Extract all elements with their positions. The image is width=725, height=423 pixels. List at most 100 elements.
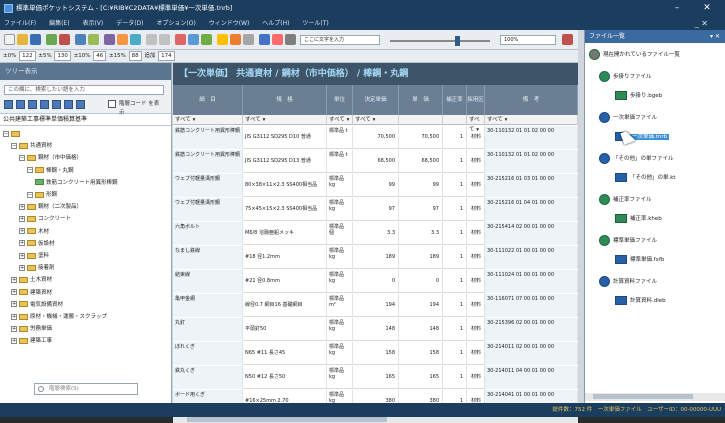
cell-adopt[interactable]: 材料	[467, 318, 485, 341]
menu-edit[interactable]: 編集(E)	[49, 20, 69, 27]
cell-decided[interactable]: 99	[353, 174, 399, 197]
cell-adopt[interactable]: 材料	[467, 174, 485, 197]
cell-price[interactable]: 0	[399, 270, 443, 293]
file-tree-root[interactable]: 現在開かれているファイル一覧	[589, 49, 680, 61]
expand-toggle-icon[interactable]: +	[19, 264, 25, 271]
cell-price[interactable]: 3.3	[399, 222, 443, 245]
tree-node[interactable]: + 木材	[19, 227, 49, 237]
cell-rate[interactable]: 1	[443, 222, 467, 245]
expand-toggle-icon[interactable]: −	[11, 142, 17, 149]
cell-unit[interactable]: 標準品 m²	[327, 294, 353, 317]
column-header[interactable]: 規 格	[243, 85, 327, 115]
expand-toggle-icon[interactable]: +	[19, 240, 25, 247]
tree-node[interactable]: + 建築資材	[11, 288, 52, 298]
tree-search-box[interactable]: 階層検索(S)	[34, 383, 138, 395]
menu-window[interactable]: ウィンドウ(W)	[209, 20, 250, 27]
cell-note[interactable]: 30-215414 02 00 01 00 00	[485, 222, 578, 245]
column-header[interactable]: 細 目	[173, 85, 243, 115]
cell-spec[interactable]: 75×45×15×2.3 SS400相当品	[243, 198, 327, 221]
file-list-scroll-thumb[interactable]	[593, 394, 693, 399]
zoom-select[interactable]: 100%	[500, 35, 556, 45]
cell-name[interactable]: 鉄筋コンクリート用異形棒鋼	[173, 150, 243, 173]
tag-icon[interactable]	[230, 34, 241, 45]
file-group[interactable]: 歩掛りファイル	[599, 71, 652, 83]
cell-price[interactable]: 148	[399, 318, 443, 341]
cell-spec[interactable]: JIS G3112 SD295 D10 普通	[243, 126, 327, 149]
cell-note[interactable]: 30-111022 01 00 01 00 00	[485, 246, 578, 269]
cell-decided[interactable]: 189	[353, 246, 399, 269]
percent-icon[interactable]	[272, 34, 283, 45]
expand-toggle-icon[interactable]: −	[3, 130, 9, 137]
tree-node[interactable]: + 電気設備資材	[11, 300, 63, 310]
cell-name[interactable]: ウェブ付軽量溝形鋼	[173, 198, 243, 221]
menu-data[interactable]: データ(D)	[116, 20, 143, 27]
table-row[interactable]: 亀甲金網 線径0.7 網目16 基礎網目 標準品 m² 194 194 1 材料 30-116…	[173, 294, 578, 317]
expand-toggle-icon[interactable]: −	[27, 167, 33, 174]
expand-toggle-icon[interactable]: +	[19, 215, 25, 222]
star-icon[interactable]	[217, 34, 228, 45]
cell-spec[interactable]: #18 径1.2mm	[243, 246, 327, 269]
file-item[interactable]: 標準単価.fxfb	[615, 254, 664, 266]
column-filter[interactable]: すべて ▾	[173, 115, 243, 125]
print-icon[interactable]	[59, 34, 70, 45]
minimize-button[interactable]: –	[663, 0, 691, 17]
cell-name[interactable]: 丸釘	[173, 318, 243, 341]
level-5-button[interactable]	[52, 100, 61, 109]
column-header[interactable]: 採用区分	[467, 85, 485, 133]
tree-node[interactable]: − 共通資材	[11, 141, 52, 151]
level-3-button[interactable]	[28, 100, 37, 109]
cell-spec[interactable]: JIS G3112 SD295 D13 普通	[243, 150, 327, 173]
cell-rate[interactable]: 1	[443, 246, 467, 269]
tree-node[interactable]: + 土木資材	[11, 275, 52, 285]
cell-price[interactable]: 99	[399, 174, 443, 197]
search-icon[interactable]	[201, 34, 212, 45]
cell-decided[interactable]: 148	[353, 318, 399, 341]
file-group[interactable]: 計算資料ファイル	[599, 276, 657, 288]
cell-unit[interactable]: 標準品 kg	[327, 270, 353, 293]
expand-toggle-icon[interactable]: −	[27, 191, 33, 198]
file-item[interactable]: 歩掛り.bgeb	[615, 90, 662, 102]
cell-decided[interactable]: 165	[353, 366, 399, 389]
cell-note[interactable]: 30-215216 01 04 01 00 00	[485, 198, 578, 221]
search-input[interactable]: ここに文字を入力	[300, 35, 380, 45]
filter-icon[interactable]	[188, 34, 199, 45]
level-7-button[interactable]	[76, 100, 85, 109]
arrow-left-icon[interactable]	[146, 34, 157, 45]
cell-unit[interactable]: 標準品 kg	[327, 318, 353, 341]
cell-adopt[interactable]: 材料	[467, 198, 485, 221]
cell-price[interactable]: 97	[399, 198, 443, 221]
cell-rate[interactable]: 1	[443, 150, 467, 173]
open-icon[interactable]	[17, 34, 28, 45]
expand-toggle-icon[interactable]: +	[19, 203, 25, 210]
cell-spec[interactable]: 80×38×11×2.3 SS400相当品	[243, 174, 327, 197]
cell-adopt[interactable]: 材料	[467, 270, 485, 293]
save-icon[interactable]	[30, 34, 41, 45]
redo-icon[interactable]	[130, 34, 141, 45]
copy-icon[interactable]	[75, 34, 86, 45]
cell-unit[interactable]: 標準品 kg	[327, 198, 353, 221]
cell-name[interactable]: ウェブ付軽量溝形鋼	[173, 174, 243, 197]
cell-unit[interactable]: 標準品 kg	[327, 174, 353, 197]
rate-label-0[interactable]: ±0%	[3, 53, 16, 59]
cell-spec[interactable]: M6/8 溶融亜鉛メッキ	[243, 222, 327, 245]
file-group[interactable]: 標準単価ファイル	[599, 235, 657, 247]
tree-node[interactable]: + 鋼材（二次製品）	[19, 202, 82, 212]
chart-icon[interactable]	[259, 34, 270, 45]
file-list-scrollbar[interactable]	[585, 393, 725, 401]
menu-file[interactable]: ファイル(F)	[4, 20, 36, 27]
excel-icon[interactable]	[46, 34, 57, 45]
arrow-right-icon[interactable]	[159, 34, 170, 45]
cell-note[interactable]: 30-214011 02 00 01 00 00	[485, 342, 578, 365]
menu-help[interactable]: ヘルプ(H)	[262, 20, 289, 27]
column-filter[interactable]: すべて ▾	[327, 115, 353, 125]
cell-decided[interactable]: 3.3	[353, 222, 399, 245]
cell-name[interactable]: 鉄丸くぎ	[173, 366, 243, 389]
table-row[interactable]: 丸釘 平頭釘50 標準品 kg 148 148 1 材料 30-215396 02 00 01…	[173, 318, 578, 341]
cell-price[interactable]: 70,500	[399, 126, 443, 149]
cell-rate[interactable]: 1	[443, 126, 467, 149]
table-row[interactable]: ウェブ付軽量溝形鋼 80×38×11×2.3 SS400相当品 標準品 kg 99 99…	[173, 174, 578, 197]
tree-node[interactable]: − 形鋼	[27, 190, 57, 200]
cell-price[interactable]: 189	[399, 246, 443, 269]
file-item[interactable]: 補正率.kheb	[615, 213, 662, 225]
cell-note[interactable]: 30-111024 01 00 01 00 00	[485, 270, 578, 293]
